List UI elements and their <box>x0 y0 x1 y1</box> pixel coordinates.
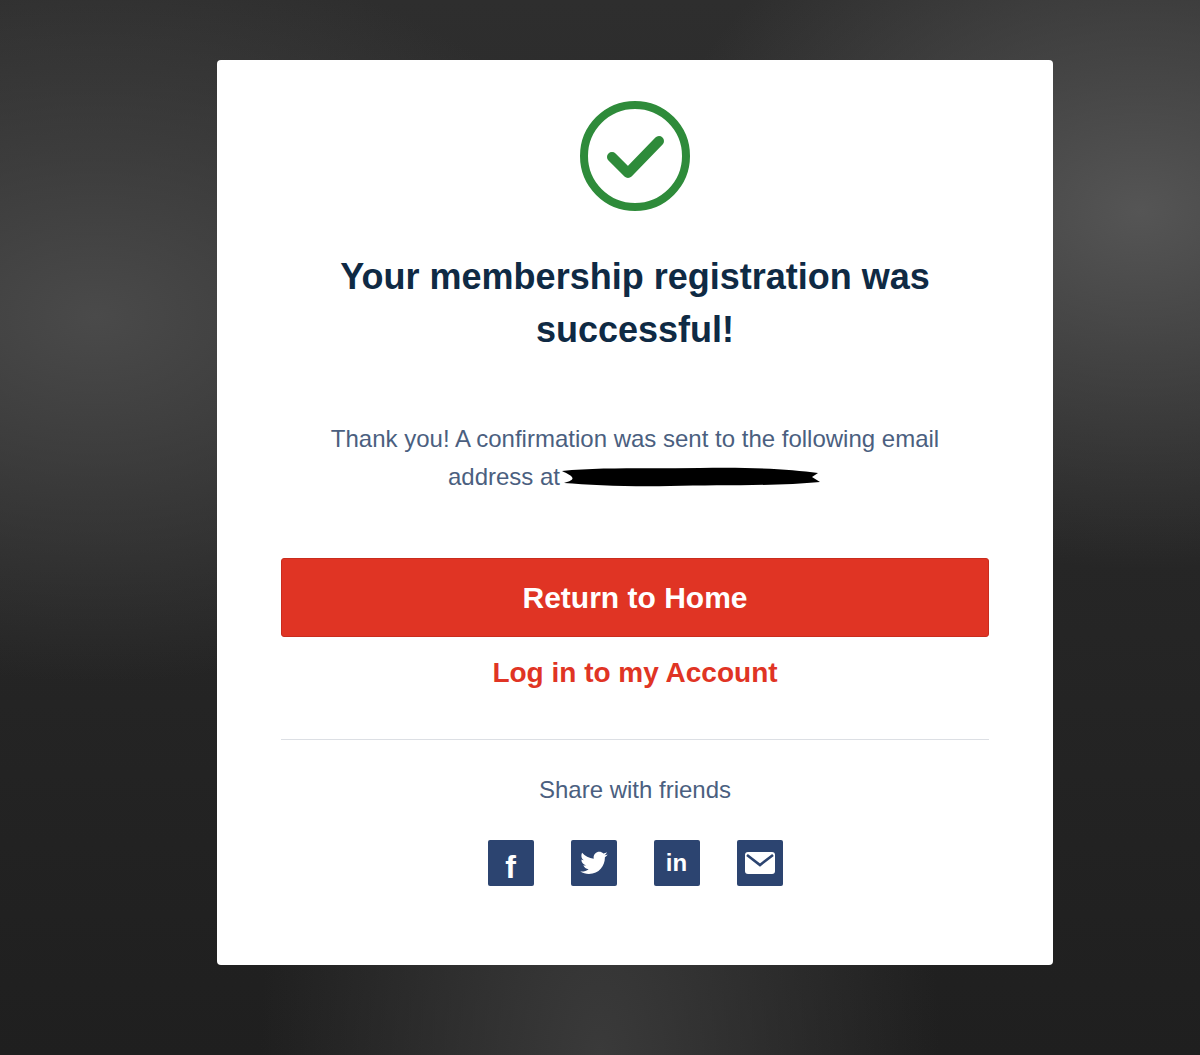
linkedin-icon[interactable]: in <box>654 840 700 886</box>
return-home-button[interactable]: Return to Home <box>281 558 989 637</box>
confirmation-message: Thank you! A confirmation was sent to th… <box>290 420 980 496</box>
share-buttons: f in <box>488 840 783 886</box>
success-dialog: Your membership registration was success… <box>217 60 1053 965</box>
dialog-title: Your membership registration was success… <box>315 250 955 356</box>
divider <box>281 739 989 740</box>
share-label: Share with friends <box>539 776 731 804</box>
success-check-icon <box>579 100 691 216</box>
icon-glyph: in <box>666 849 687 877</box>
facebook-icon[interactable]: f <box>488 840 534 886</box>
login-link[interactable]: Log in to my Account <box>492 657 777 689</box>
twitter-icon[interactable] <box>571 840 617 886</box>
email-icon[interactable] <box>737 840 783 886</box>
icon-glyph: f <box>505 849 516 886</box>
redacted-email <box>560 463 822 490</box>
